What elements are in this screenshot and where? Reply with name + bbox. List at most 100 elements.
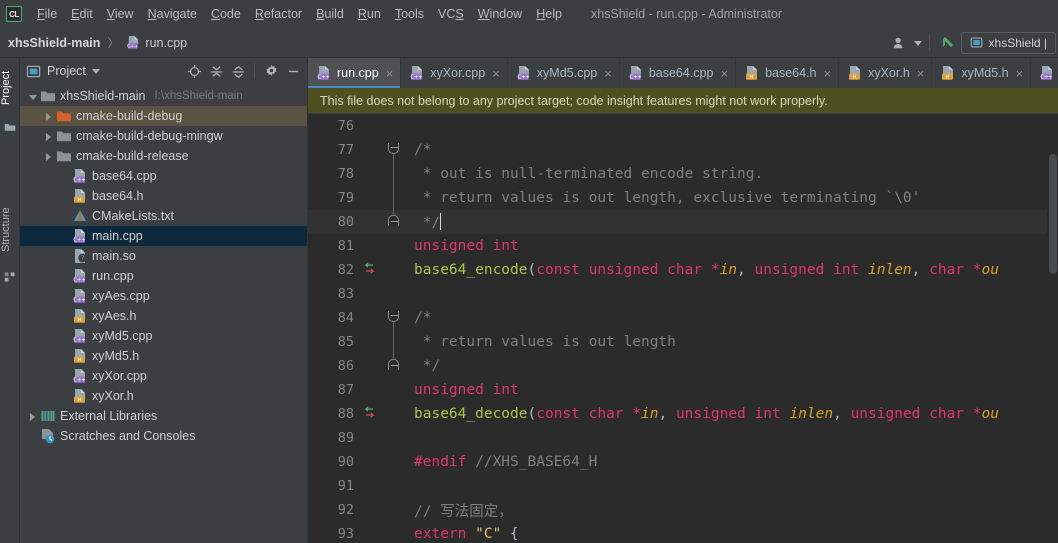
tree-item-label: External Libraries	[60, 409, 158, 423]
menu-item-code[interactable]: Code	[204, 4, 248, 24]
code-line[interactable]: 86 */	[308, 354, 1058, 378]
code-line[interactable]: 92 // 写法固定，	[308, 498, 1058, 522]
fold-end-icon[interactable]	[384, 210, 404, 234]
override-marker-icon[interactable]	[358, 402, 384, 426]
code-line[interactable]: 81 unsigned int	[308, 234, 1058, 258]
tree-item-xymd5-h[interactable]: HxyMd5.h	[20, 346, 307, 366]
tree-item-xyaes-h[interactable]: HxyAes.h	[20, 306, 307, 326]
code-line[interactable]: 76	[308, 114, 1058, 138]
fold-start-icon[interactable]	[384, 306, 404, 330]
tree-item-xymd5-cpp[interactable]: C++ xyMd5.cpp	[20, 326, 307, 346]
tool-tab-project[interactable]: Project	[0, 60, 20, 116]
fold-line-icon[interactable]	[384, 186, 404, 210]
green-arrow-icon[interactable]	[935, 32, 961, 54]
code-line[interactable]: 80 */	[308, 210, 1058, 234]
menu-item-tools[interactable]: Tools	[388, 4, 431, 24]
tree-item-cmake-build-debug-mingw[interactable]: cmake-build-debug-mingw	[20, 126, 307, 146]
code-line[interactable]: 84 /*	[308, 306, 1058, 330]
folder-icon	[56, 148, 72, 164]
editor-tab-base64-h[interactable]: Hbase64.h ×	[736, 58, 840, 88]
menu-item-navigate[interactable]: Navigate	[141, 4, 204, 24]
scrollbar-thumb[interactable]	[1049, 154, 1057, 274]
breadcrumb-project[interactable]: xhsShield-main	[8, 36, 100, 50]
code-line[interactable]: 87 unsigned int	[308, 378, 1058, 402]
menu-item-help[interactable]: Help	[529, 4, 569, 24]
menu-item-file[interactable]: File	[30, 4, 64, 24]
panel-divider	[254, 63, 255, 79]
chevron-right-icon[interactable]	[42, 150, 55, 163]
select-opened-file-icon[interactable]	[183, 61, 205, 81]
expand-all-icon[interactable]	[205, 61, 227, 81]
override-marker-icon[interactable]	[358, 258, 384, 282]
close-icon[interactable]: ×	[386, 67, 394, 80]
editor-tab-overflow[interactable]: C++	[1031, 58, 1058, 88]
hide-panel-icon[interactable]	[282, 61, 304, 81]
code-editor[interactable]: 76 77 /* 78 * out is null-terminated encode…	[308, 114, 1058, 543]
tree-item-base64-h[interactable]: Hbase64.h	[20, 186, 307, 206]
editor-tab-xyxor-cpp[interactable]: C++ xyXor.cpp ×	[401, 58, 508, 88]
code-line[interactable]: 85 * return values is out length	[308, 330, 1058, 354]
editor-tab-run-cpp[interactable]: C++ run.cpp ×	[308, 58, 402, 88]
gear-icon[interactable]	[260, 61, 282, 81]
editor-tab-base64-cpp[interactable]: C++ base64.cpp ×	[620, 58, 737, 88]
code-line[interactable]: 89	[308, 426, 1058, 450]
close-icon[interactable]: ×	[720, 67, 728, 80]
code-line[interactable]: 77 /*	[308, 138, 1058, 162]
editor-vertical-scrollbar[interactable]	[1047, 114, 1058, 543]
tool-tab-structure[interactable]: Structure	[0, 194, 20, 266]
code-line[interactable]: 90 #endif //XHS_BASE64_H	[308, 450, 1058, 474]
run-configuration-selector[interactable]: xhsShield |	[960, 31, 1056, 54]
close-icon[interactable]: ×	[604, 67, 612, 80]
code-line[interactable]: 93 extern "C" {	[308, 522, 1058, 543]
code-line[interactable]: 88 base64_decode(const char *in, unsigned…	[308, 402, 1058, 426]
menu-item-refactor[interactable]: Refactor	[248, 4, 309, 24]
fold-line-icon[interactable]	[384, 162, 404, 186]
chevron-down-icon[interactable]	[912, 32, 924, 54]
project-tree[interactable]: xhsShield-main I:\xhsShield-main cmake-bui…	[20, 84, 307, 543]
fold-line-icon[interactable]	[384, 330, 404, 354]
tree-item-xyxor-h[interactable]: HxyXor.h	[20, 386, 307, 406]
tree-item-xyxor-cpp[interactable]: C++ xyXor.cpp	[20, 366, 307, 386]
code-line[interactable]: 83	[308, 282, 1058, 306]
user-icon[interactable]	[886, 32, 912, 54]
close-icon[interactable]: ×	[492, 67, 500, 80]
menu-item-run[interactable]: Run	[351, 4, 388, 24]
close-icon[interactable]: ×	[917, 67, 925, 80]
code-line[interactable]: 82 base64_encode(const unsigned char *in,…	[308, 258, 1058, 282]
editor-tab-xymd5-cpp[interactable]: C++ xyMd5.cpp ×	[508, 58, 620, 88]
close-icon[interactable]: ×	[824, 67, 832, 80]
tree-item-xyaes-cpp[interactable]: C++ xyAes.cpp	[20, 286, 307, 306]
menu-item-window[interactable]: Window	[471, 4, 529, 24]
collapse-all-icon[interactable]	[227, 61, 249, 81]
tree-item-main-so[interactable]: ? main.so	[20, 246, 307, 266]
fold-start-icon[interactable]	[384, 138, 404, 162]
code-line[interactable]: 78 * out is null-terminated encode strin…	[308, 162, 1058, 186]
code-line[interactable]: 91	[308, 474, 1058, 498]
tree-item-xhsshield-main[interactable]: xhsShield-main I:\xhsShield-main	[20, 86, 307, 106]
menu-item-edit[interactable]: Edit	[64, 4, 100, 24]
tree-item-label: Scratches and Consoles	[60, 429, 196, 443]
token-cmt: /*	[414, 310, 432, 326]
breadcrumb-file[interactable]: run.cpp	[145, 36, 187, 50]
tree-item-external-libraries[interactable]: External Libraries	[20, 406, 307, 426]
menu-item-build[interactable]: Build	[309, 4, 351, 24]
chevron-down-icon[interactable]	[26, 90, 39, 103]
tree-item-base64-cpp[interactable]: C++ base64.cpp	[20, 166, 307, 186]
menu-item-vcs[interactable]: VCS	[431, 4, 471, 24]
menu-item-view[interactable]: View	[100, 4, 141, 24]
chevron-down-icon[interactable]	[91, 67, 100, 75]
editor-tab-xyxor-h[interactable]: HxyXor.h ×	[839, 58, 933, 88]
tree-item-cmake-build-release[interactable]: cmake-build-release	[20, 146, 307, 166]
chevron-right-icon[interactable]	[42, 130, 55, 143]
tree-item-main-cpp[interactable]: C++ main.cpp	[20, 226, 307, 246]
chevron-right-icon[interactable]	[26, 410, 39, 423]
tree-item-cmake-build-debug[interactable]: cmake-build-debug	[20, 106, 307, 126]
tree-item-cmakelists-txt[interactable]: CMakeLists.txt	[20, 206, 307, 226]
code-line[interactable]: 79 * return values is out length, exclus…	[308, 186, 1058, 210]
tree-item-run-cpp[interactable]: C++ run.cpp	[20, 266, 307, 286]
fold-end-icon[interactable]	[384, 354, 404, 378]
chevron-right-icon[interactable]	[42, 110, 55, 123]
tree-item-scratches-and-consoles[interactable]: Scratches and Consoles	[20, 426, 307, 446]
close-icon[interactable]: ×	[1016, 67, 1024, 80]
editor-tab-xymd5-h[interactable]: HxyMd5.h ×	[932, 58, 1032, 88]
